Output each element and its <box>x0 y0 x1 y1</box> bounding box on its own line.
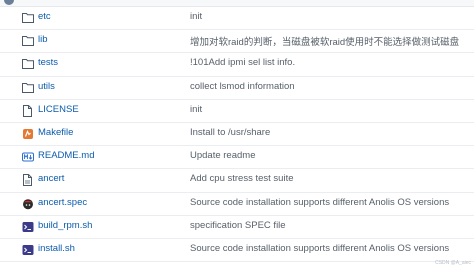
file-row[interactable]: install.sh Source code installation suppo… <box>0 239 474 263</box>
file-row[interactable]: LICENSE init <box>0 100 474 123</box>
commit-message-link[interactable]: Source code installation supports differ… <box>190 243 449 254</box>
file-name-link[interactable]: install.sh <box>38 243 75 254</box>
file-name-link[interactable]: ancert <box>38 173 64 184</box>
avatar[interactable] <box>4 0 14 5</box>
file-row[interactable]: README.md Update readme <box>0 146 474 170</box>
watermark: CSDN @A_aiec <box>435 260 471 266</box>
folder-icon <box>22 35 34 47</box>
folder-icon <box>22 58 34 70</box>
file-icon <box>22 174 34 187</box>
file-row[interactable]: Makefile Install to /usr/share <box>0 123 474 147</box>
commit-message-link[interactable]: Update readme <box>190 150 255 161</box>
spec-file-icon <box>22 198 34 210</box>
file-name-link[interactable]: LICENSE <box>38 104 79 115</box>
file-row[interactable]: utils collect lsmod information <box>0 77 474 100</box>
commit-message-link[interactable]: 增加对软raid的判断，当磁盘被软raid使用时不能选择做测试磁盘 <box>190 34 459 48</box>
markdown-file-icon <box>22 151 34 163</box>
shell-script-icon <box>22 244 34 256</box>
file-name-link[interactable]: lib <box>38 34 48 45</box>
file-row[interactable]: ancert Add cpu stress test suite <box>0 169 474 193</box>
shell-script-icon <box>22 221 34 233</box>
makefile-icon <box>22 128 34 140</box>
file-name-link[interactable]: README.md <box>38 150 94 161</box>
license-file-icon <box>22 104 34 117</box>
file-row[interactable]: lib 增加对软raid的判断，当磁盘被软raid使用时不能选择做测试磁盘 <box>0 30 474 54</box>
commit-message-link[interactable]: Add cpu stress test suite <box>190 173 294 184</box>
repo-header-bar <box>0 0 474 7</box>
file-name-link[interactable]: build_rpm.sh <box>38 220 92 231</box>
file-name-link[interactable]: Makefile <box>38 127 73 138</box>
commit-message-link[interactable]: Source code installation supports differ… <box>190 197 449 208</box>
folder-icon <box>22 12 34 24</box>
commit-message-link[interactable]: !101Add ipmi sel list info. <box>190 57 295 68</box>
folder-icon <box>22 82 34 94</box>
file-row[interactable]: build_rpm.sh specification SPEC file <box>0 216 474 239</box>
file-row[interactable]: etc init <box>0 7 474 31</box>
commit-message-link[interactable]: specification SPEC file <box>190 220 286 231</box>
file-name-link[interactable]: tests <box>38 57 58 68</box>
commit-message-link[interactable]: collect lsmod information <box>190 81 295 92</box>
commit-message-link[interactable]: init <box>190 11 202 22</box>
file-name-link[interactable]: ancert.spec <box>38 197 87 208</box>
file-name-link[interactable]: etc <box>38 11 51 22</box>
commit-message-link[interactable]: Install to /usr/share <box>190 127 270 138</box>
commit-message-link[interactable]: init <box>190 104 202 115</box>
file-row[interactable]: tests !101Add ipmi sel list info. <box>0 53 474 77</box>
file-list: etc init lib 增加对软raid的判断，当磁盘被软raid使用时不能选择做测… <box>0 7 474 263</box>
file-row[interactable]: ancert.spec Source code installation supp… <box>0 193 474 216</box>
file-name-link[interactable]: utils <box>38 81 55 92</box>
